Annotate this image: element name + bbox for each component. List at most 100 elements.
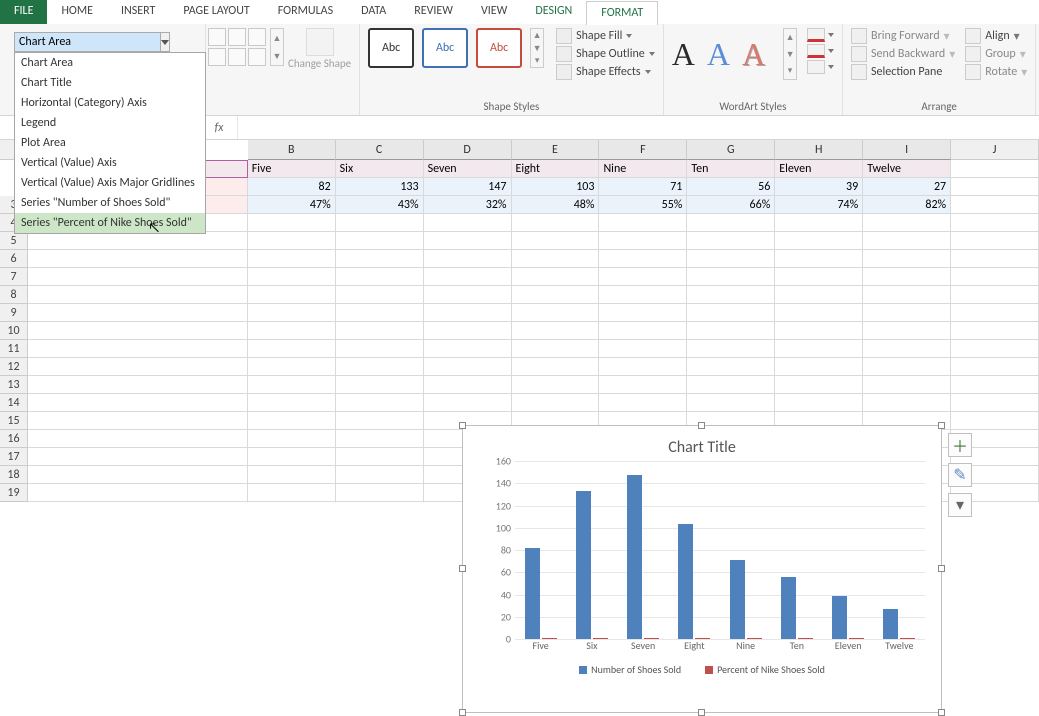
cell[interactable]	[951, 160, 1039, 178]
cell[interactable]	[775, 214, 863, 232]
cell[interactable]	[863, 268, 951, 286]
cell[interactable]	[599, 340, 687, 358]
tab-formulas[interactable]: FORMULAS	[264, 0, 347, 24]
cell[interactable]	[28, 376, 248, 394]
cell[interactable]	[863, 394, 951, 412]
selection-pane-button[interactable]: Selection Pane	[851, 64, 955, 80]
cell[interactable]	[424, 286, 512, 304]
col-header[interactable]: I	[863, 140, 951, 160]
shape-gallery-scroll[interactable]: ▲▼	[270, 28, 284, 66]
cell[interactable]	[336, 430, 424, 448]
cell[interactable]	[687, 232, 775, 250]
cell[interactable]	[336, 268, 424, 286]
cell[interactable]	[28, 250, 248, 268]
cell[interactable]	[512, 340, 600, 358]
col-header[interactable]: G	[687, 140, 775, 160]
dropdown-item-legend[interactable]: Legend	[15, 113, 205, 133]
cell[interactable]	[248, 214, 336, 232]
cell[interactable]: 48%	[512, 196, 600, 214]
tab-file[interactable]: FILE	[0, 0, 47, 24]
cell[interactable]	[775, 304, 863, 322]
cell[interactable]	[687, 322, 775, 340]
cell[interactable]: Twelve	[863, 160, 951, 178]
col-header[interactable]: C	[336, 140, 424, 160]
cell[interactable]	[248, 448, 336, 466]
cell[interactable]	[775, 394, 863, 412]
col-header[interactable]: B	[248, 140, 336, 160]
shape-style-gallery-more[interactable]: ▲▼▾	[530, 28, 544, 68]
cell[interactable]	[863, 214, 951, 232]
cell[interactable]: Ten	[687, 160, 775, 178]
text-outline-button[interactable]	[807, 44, 834, 58]
row-header[interactable]: 9	[0, 304, 28, 322]
cell[interactable]	[512, 250, 600, 268]
cell[interactable]	[28, 358, 248, 376]
chart-elements-button[interactable]: ＋	[948, 433, 972, 457]
cell[interactable]	[336, 232, 424, 250]
dropdown-item-h-axis[interactable]: Horizontal (Category) Axis	[15, 93, 205, 113]
chart-title[interactable]: Chart Title	[463, 426, 941, 461]
cell[interactable]: 39	[775, 178, 863, 196]
cell[interactable]: 47%	[248, 196, 336, 214]
cell[interactable]	[424, 232, 512, 250]
dropdown-item-plot-area[interactable]: Plot Area	[15, 133, 205, 153]
dropdown-item-chart-title[interactable]: Chart Title	[15, 73, 205, 93]
row-header[interactable]: 13	[0, 376, 28, 394]
shape-style-preset-2[interactable]: Abc	[422, 28, 468, 68]
row-header[interactable]: 12	[0, 358, 28, 376]
cell[interactable]: 43%	[336, 196, 424, 214]
row-header[interactable]: 5	[0, 232, 28, 250]
cell[interactable]	[336, 322, 424, 340]
row-header[interactable]: 8	[0, 286, 28, 304]
cell[interactable]	[951, 412, 1039, 430]
cell[interactable]	[775, 268, 863, 286]
cell[interactable]: Eleven	[775, 160, 863, 178]
cell[interactable]	[424, 268, 512, 286]
cell[interactable]	[863, 340, 951, 358]
cell[interactable]	[863, 322, 951, 340]
cell[interactable]	[336, 250, 424, 268]
cell[interactable]	[248, 250, 336, 268]
cell[interactable]	[248, 412, 336, 430]
col-header[interactable]: D	[424, 140, 512, 160]
col-header[interactable]: E	[512, 140, 600, 160]
tab-view[interactable]: VIEW	[467, 0, 521, 24]
cell[interactable]	[28, 394, 248, 412]
tab-home[interactable]: HOME	[47, 0, 107, 24]
cell[interactable]	[599, 358, 687, 376]
cell[interactable]	[512, 304, 600, 322]
row-header[interactable]: 18	[0, 466, 28, 484]
cell[interactable]: 133	[336, 178, 424, 196]
cell[interactable]	[28, 484, 248, 502]
cell[interactable]	[512, 286, 600, 304]
cell[interactable]	[863, 376, 951, 394]
tab-review[interactable]: REVIEW	[400, 0, 467, 24]
cell[interactable]	[951, 268, 1039, 286]
cell[interactable]	[951, 232, 1039, 250]
chart-legend[interactable]: Number of Shoes Sold Percent of Nike Sho…	[463, 657, 941, 676]
cell[interactable]	[248, 340, 336, 358]
cell[interactable]	[512, 232, 600, 250]
cell[interactable]: Five	[248, 160, 336, 178]
cell[interactable]: 74%	[775, 196, 863, 214]
cell[interactable]: Nine	[599, 160, 687, 178]
cell[interactable]	[951, 178, 1039, 196]
tab-page-layout[interactable]: PAGE LAYOUT	[169, 0, 263, 24]
cell[interactable]	[863, 232, 951, 250]
row-header[interactable]: 19	[0, 484, 28, 502]
cell[interactable]	[512, 322, 600, 340]
cell[interactable]	[248, 430, 336, 448]
cell[interactable]	[248, 484, 336, 502]
tab-insert[interactable]: INSERT	[107, 0, 169, 24]
wordart-preset-2[interactable]: A	[707, 36, 730, 73]
row-header[interactable]: 17	[0, 448, 28, 466]
cell[interactable]: 27	[863, 178, 951, 196]
cell[interactable]	[336, 394, 424, 412]
cell[interactable]	[951, 340, 1039, 358]
cell[interactable]	[424, 214, 512, 232]
cell[interactable]: 56	[687, 178, 775, 196]
cell[interactable]: 82	[248, 178, 336, 196]
cell[interactable]	[512, 394, 600, 412]
cell[interactable]	[336, 358, 424, 376]
cell[interactable]	[951, 250, 1039, 268]
